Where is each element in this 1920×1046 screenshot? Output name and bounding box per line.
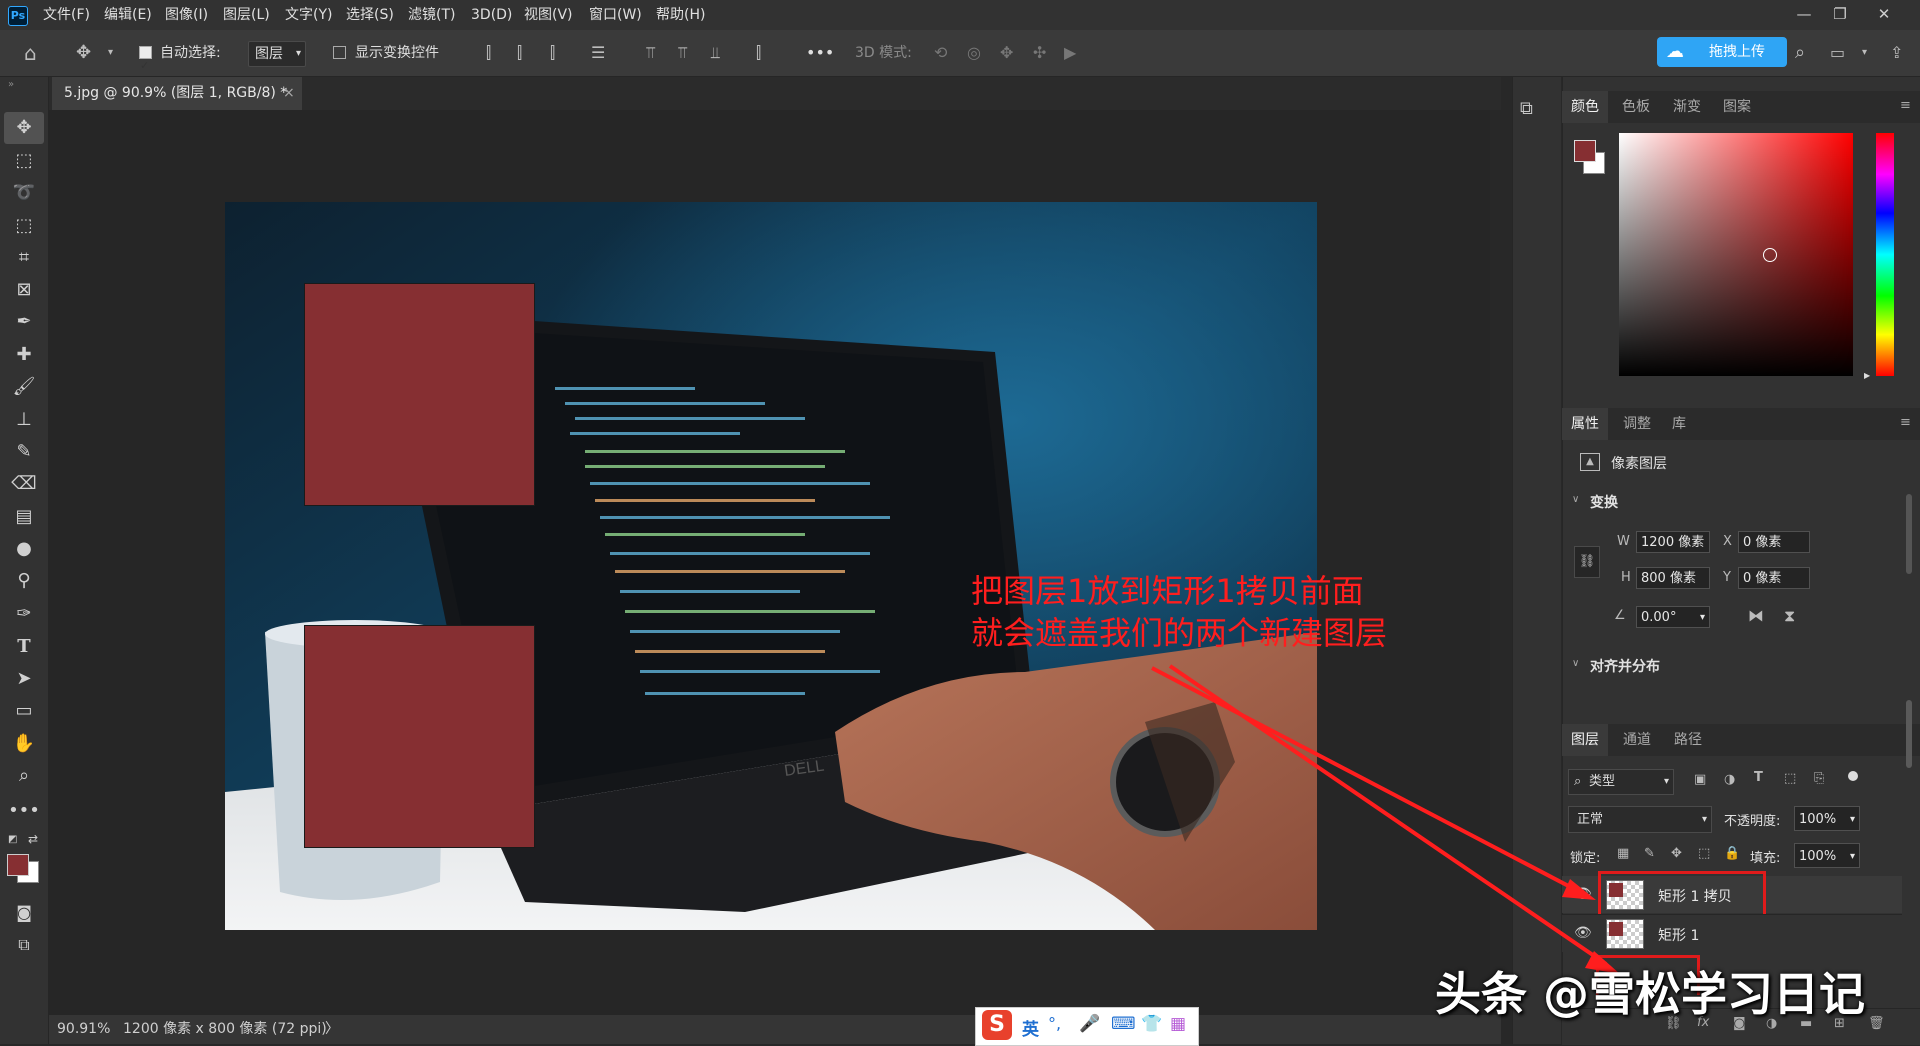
ime-logo: S xyxy=(982,1010,1012,1040)
ime-keyboard-icon[interactable]: ⌨ xyxy=(1111,1014,1136,1034)
ime-language[interactable]: 英 xyxy=(1022,1015,1039,1040)
watermark-text: 头条 @雪松学习日记 xyxy=(1435,967,1866,1021)
annotation-arrows xyxy=(1151,664,1620,974)
ime-mic-icon[interactable]: 🎤 xyxy=(1079,1014,1100,1034)
arrowhead xyxy=(1562,879,1596,900)
ime-punct-icon[interactable]: °, xyxy=(1048,1014,1061,1033)
ime-toolbar[interactable]: S 英 °, 🎤 ⌨ 👕 ▦ xyxy=(975,1007,1199,1046)
ime-skin-icon[interactable]: 👕 xyxy=(1141,1014,1162,1034)
arrow-to-copy-layer xyxy=(1151,666,1581,894)
ime-apps-icon[interactable]: ▦ xyxy=(1170,1014,1186,1034)
arrow-to-layer-1 xyxy=(1168,664,1608,966)
